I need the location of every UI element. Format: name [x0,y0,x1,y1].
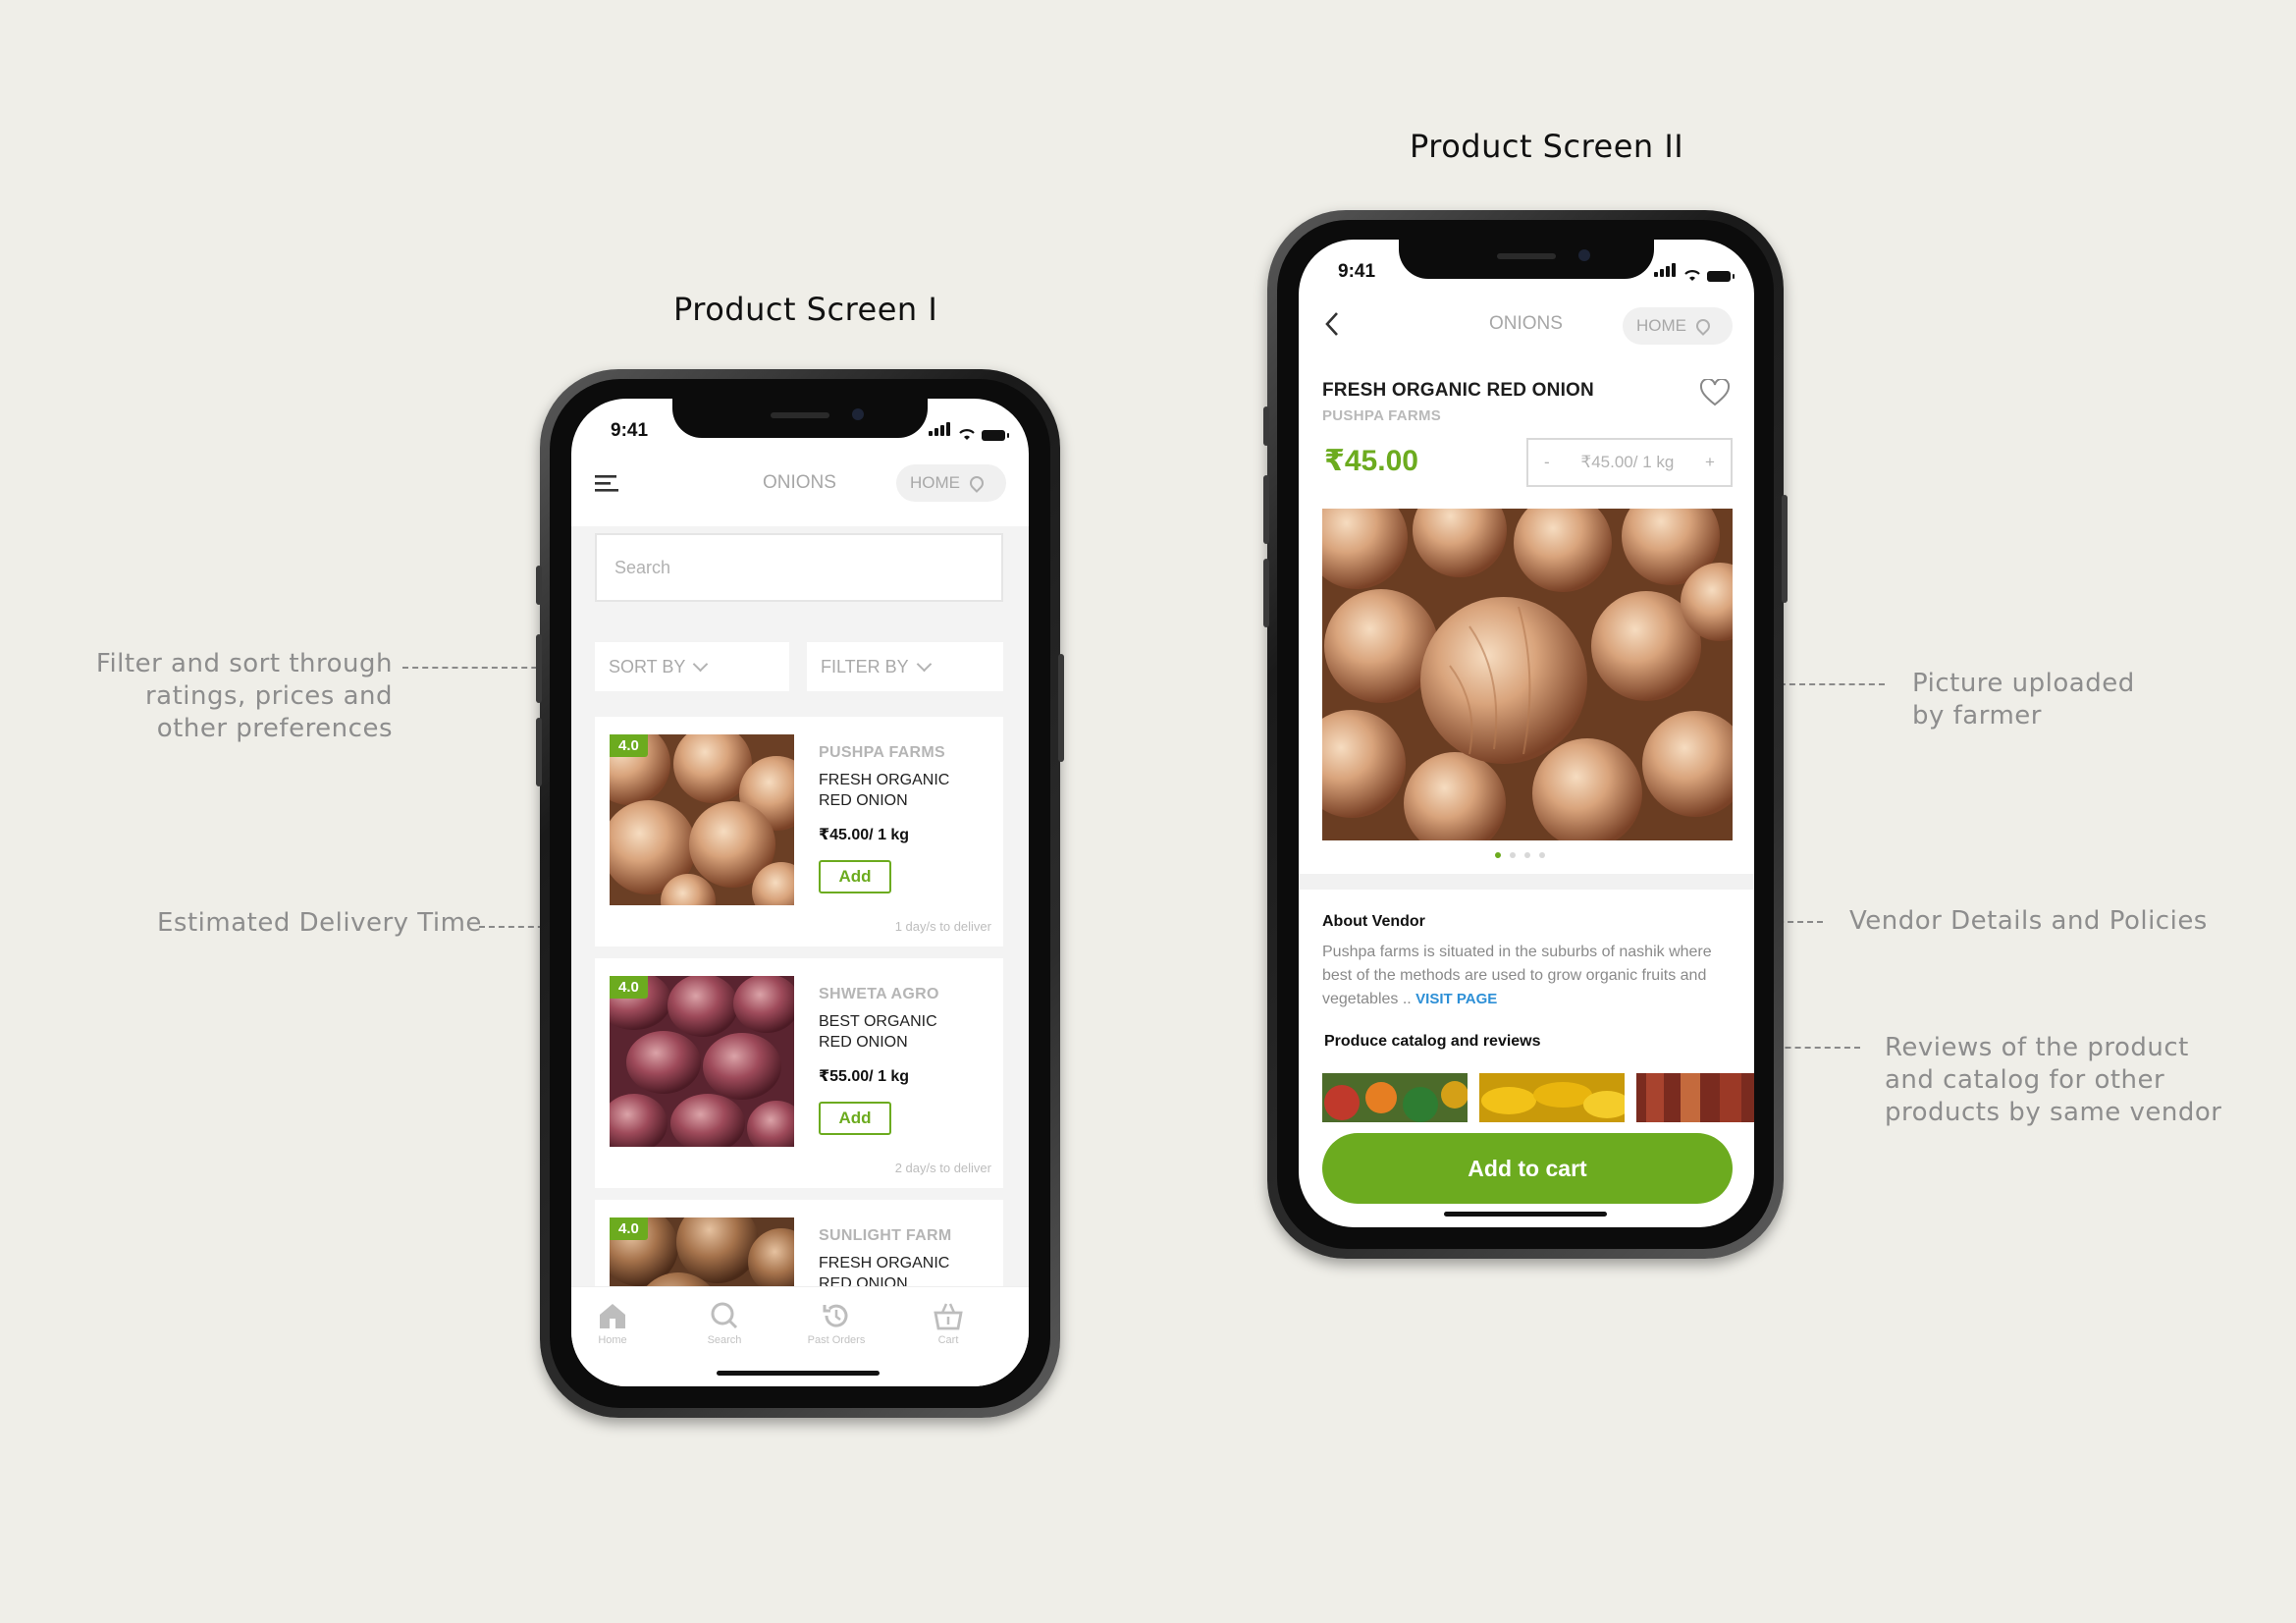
product-title: FRESH ORGANIC RED ONION [1322,380,1594,401]
about-vendor-text: Pushpa farms is situated in the suburbs … [1322,941,1735,1011]
location-pin-icon [1693,316,1713,336]
tab-search[interactable]: Search [690,1301,759,1346]
location-label: HOME [910,473,960,492]
rating-badge: 4.0 [610,976,648,999]
header-title: ONIONS [1489,313,1563,334]
product-card[interactable]: 4.0 SHWETA AGRO BEST ORGANIC RED ONION ₹… [595,958,1003,1188]
add-to-cart-button[interactable]: Add to cart [1322,1133,1733,1204]
product-name: BEST ORGANIC RED ONION [819,1013,937,1051]
signal-icon [929,422,952,441]
product-hero-image[interactable] [1322,509,1733,840]
carousel-dot [1524,852,1530,858]
quantity-increment[interactable]: + [1705,453,1715,472]
location-label: HOME [1636,316,1686,335]
product-image: 4.0 [610,976,794,1147]
vendor-name: SUNLIGHT FARM [819,1227,952,1244]
location-pill[interactable]: HOME [1623,307,1733,345]
tab-home[interactable]: Home [578,1301,647,1346]
location-pill[interactable]: HOME [896,464,1006,502]
chevron-down-icon [693,656,709,672]
annotation-filter: Filter and sort through ratings, prices … [95,649,393,743]
wifi-icon [959,429,975,440]
battery-icon [982,430,1009,441]
status-icons [929,422,1009,441]
signal-icon [1654,263,1678,282]
annotation-picture: Picture uploaded by farmer [1912,669,2135,730]
chevron-down-icon [916,656,932,672]
quantity-stepper[interactable]: - ₹45.00/ 1 kg + [1526,438,1733,487]
carousel-dot [1510,852,1516,858]
filter-label: FILTER BY [821,656,909,676]
annotation-delivery: Estimated Delivery Time [157,908,482,938]
tab-cart[interactable]: Cart [914,1301,983,1346]
about-vendor-description: Pushpa farms is situated in the suburbs … [1322,944,1712,1007]
product-vendor: PUSHPA FARMS [1322,407,1442,424]
quantity-decrement[interactable]: - [1544,453,1550,472]
add-button[interactable]: Add [819,1102,891,1135]
screen1-title: Product Screen I [673,291,938,328]
location-pin-icon [967,473,987,493]
status-time: 9:41 [611,420,649,441]
quantity-value: ₹45.00/ 1 kg [1580,453,1675,471]
catalog-thumbnail[interactable] [1322,1073,1468,1122]
catalog-heading: Produce catalog and reviews [1324,1033,1541,1050]
delivery-estimate: 2 day/s to deliver [894,1161,991,1175]
filter-dropdown[interactable]: FILTER BY [807,642,1003,691]
screen2-title: Product Screen II [1410,128,1684,165]
product-card[interactable]: 4.0 PUSHPA FARMS FRESH ORGANIC RED ONION… [595,717,1003,947]
sort-dropdown[interactable]: SORT BY [595,642,789,691]
status-time: 9:41 [1338,261,1376,282]
search-icon [711,1302,738,1329]
carousel-dot [1495,852,1501,858]
screen-2: 9:41 ONIONS HOME FRESH ORGANIC RED ONION… [1299,240,1754,1227]
screen-1: 9:41 ONIONS HOME Search SORT BY FILTER B… [571,399,1029,1386]
heart-icon[interactable] [1699,379,1731,406]
annotation-vendor: Vendor Details and Policies [1849,906,2208,936]
sort-label: SORT BY [609,656,686,676]
home-indicator [717,1371,880,1376]
home-indicator [1444,1212,1607,1217]
delivery-estimate: 1 day/s to deliver [894,919,991,934]
vendor-name: PUSHPA FARMS [819,744,945,761]
product-price: ₹55.00/ 1 kg [819,1068,910,1085]
section-divider [1299,874,1754,890]
visit-page-link[interactable]: VISIT PAGE [1415,991,1497,1007]
catalog-thumbnail[interactable] [1479,1073,1625,1122]
tab-past-orders[interactable]: Past Orders [802,1301,871,1346]
annotation-reviews: Reviews of the product and catalog for o… [1885,1033,2222,1127]
catalog-thumbnail[interactable] [1636,1073,1754,1122]
menu-icon[interactable] [595,473,620,495]
product-image: 4.0 [610,734,794,905]
product-name: FRESH ORGANIC RED ONION [819,772,950,809]
battery-icon [1707,271,1735,282]
basket-icon [934,1303,963,1330]
history-icon [823,1304,848,1327]
back-arrow-icon[interactable] [1324,310,1340,338]
notch [672,399,928,438]
product-price: ₹45.00 [1324,445,1418,477]
about-vendor-heading: About Vendor [1322,913,1425,930]
vendor-name: SHWETA AGRO [819,986,939,1002]
rating-badge: 4.0 [610,734,648,757]
search-input[interactable]: Search [595,533,1003,602]
product-price: ₹45.00/ 1 kg [819,827,910,843]
wifi-icon [1684,270,1700,281]
header-title: ONIONS [763,472,836,493]
add-button[interactable]: Add [819,860,891,893]
carousel-dots[interactable] [1495,852,1545,858]
carousel-dot [1539,852,1545,858]
notch [1399,240,1654,279]
rating-badge: 4.0 [610,1217,648,1240]
home-icon [600,1304,625,1328]
status-icons [1654,263,1735,282]
